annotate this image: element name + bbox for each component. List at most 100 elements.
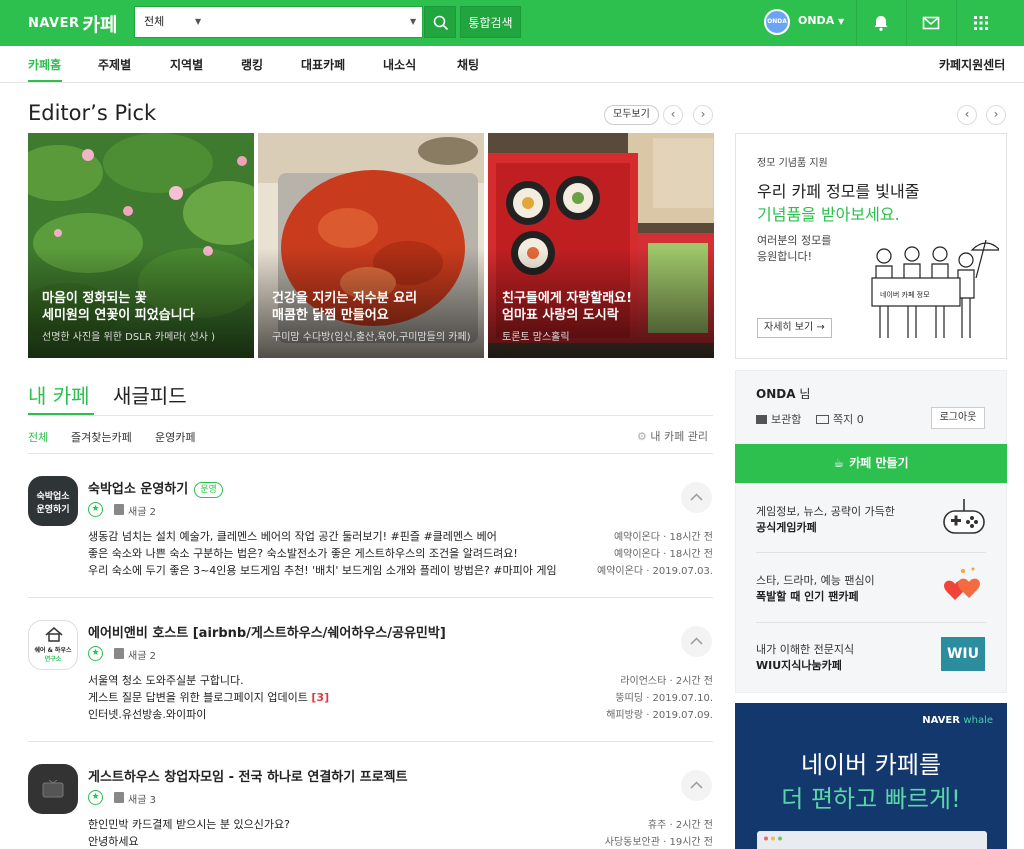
envelope-icon — [816, 415, 829, 424]
nav-item-home[interactable]: 카페홈 — [28, 56, 61, 73]
divider — [28, 453, 713, 454]
cafe-name-wrap[interactable]: 숙박업소 운영하기 운영 — [88, 478, 223, 498]
divider — [28, 597, 713, 598]
avatar: ONDA — [764, 9, 790, 35]
thumb-text-1: 숙박업소 — [36, 492, 70, 502]
post-meta: 사당동보안관 · 19시간 전 — [604, 837, 713, 848]
autocomplete-toggle-icon[interactable]: ▼ — [410, 7, 416, 37]
tab-my-cafe[interactable]: 내 카페 — [28, 380, 90, 409]
chevron-down-icon: ▼ — [838, 17, 845, 26]
collapse-button[interactable] — [681, 626, 712, 657]
logo-naver: NAVER — [28, 16, 80, 31]
editors-pick-title: Editor’s Pick — [28, 101, 157, 125]
pick-card[interactable]: 건강을 지키는 저수분 요리 매콤한 닭찜 만들어요 구미맘 수다방(임신,출산… — [258, 133, 484, 358]
subtab-all[interactable]: 전체 — [28, 429, 48, 445]
search-icon — [433, 15, 449, 31]
nav-item-topic[interactable]: 주제별 — [98, 56, 131, 73]
apps-button[interactable] — [956, 0, 1004, 46]
subtab-favorites[interactable]: 즐겨찾는카페 — [71, 429, 132, 445]
recommend-item-fan[interactable]: 스타, 드라마, 예능 팬심이 폭발할 때 인기 팬카페 — [756, 567, 986, 642]
favorite-star-icon[interactable]: ★ — [88, 790, 103, 805]
nav-item-ranking[interactable]: 랭킹 — [241, 56, 263, 73]
post-item[interactable]: 생동감 넘치는 설치 예술가, 클레멘스 베어의 작업 공간 둘러보기! #핀즐… — [88, 528, 713, 544]
cafe-name[interactable]: 에어비앤비 호스트 [airbnb/게스트하우스/쉐어하우스/공유민박] — [88, 622, 446, 641]
manage-label: 내 카페 관리 — [650, 430, 708, 443]
nav-item-chat[interactable]: 채팅 — [457, 56, 479, 73]
post-title: 안녕하세요 — [88, 835, 139, 848]
user-name: ONDA — [798, 14, 835, 27]
next-arrow-icon[interactable]: › — [986, 105, 1006, 125]
recommend-item-game[interactable]: 게임정보, 뉴스, 공략이 가득한 공식게임카페 — [756, 499, 986, 573]
post-item[interactable]: 서울역 청소 도와주실분 구합니다. 라이언스타 · 2시간 전 — [88, 672, 713, 688]
recommend-line1: 내가 이해한 전문지식 — [756, 643, 855, 656]
mail-button[interactable] — [906, 0, 954, 46]
message-label: 쪽지 0 — [833, 413, 864, 426]
cup-icon: ☕ — [833, 456, 845, 470]
support-center-link[interactable]: 카페지원센터 — [939, 56, 1005, 73]
nav-item-representative[interactable]: 대표카페 — [301, 56, 345, 73]
make-cafe-button[interactable]: ☕ 카페 만들기 — [735, 444, 1007, 483]
pick-card[interactable]: 친구들에게 자랑할래요! 엄마표 사랑의 도시락 토론토 맘스홀릭 — [488, 133, 714, 358]
thumb-text-2: 운영하기 — [36, 505, 70, 515]
post-meta: 예약이온다 · 18시간 전 — [613, 532, 713, 543]
brand-naver: NAVER — [922, 715, 960, 726]
notification-button[interactable] — [856, 0, 904, 46]
post-item[interactable]: 인터넷.유선방송.와이파이 해피방랑 · 2019.07.09. — [88, 706, 713, 722]
prev-arrow-icon[interactable]: ‹ — [957, 105, 977, 125]
nav-item-region[interactable]: 지역별 — [170, 56, 203, 73]
chevron-up-icon — [690, 493, 703, 501]
naver-cafe-logo[interactable]: NAVER 카페 — [28, 10, 117, 37]
post-item[interactable]: 우리 숙소에 두기 좋은 3~4인용 보드게임 추천! '배치' 보드게임 소개… — [88, 562, 713, 578]
message-link[interactable]: 쪽지 0 — [816, 411, 864, 427]
logo-cafe: 카페 — [82, 14, 118, 36]
wiu-icon: WIU — [941, 637, 985, 671]
manage-my-cafe-link[interactable]: ⚙ 내 카페 관리 — [637, 428, 708, 444]
integrated-search-button[interactable]: 통합검색 — [460, 6, 521, 38]
recommend-item-wiu[interactable]: 내가 이해한 전문지식 WIU지식나눔카페 WIU — [756, 637, 986, 711]
cafe-thumbnail[interactable] — [28, 764, 78, 814]
apps-grid-icon — [974, 16, 988, 30]
search-input[interactable] — [209, 7, 409, 37]
nav-item-my-news[interactable]: 내소식 — [383, 56, 416, 73]
tab-new-feed[interactable]: 새글피드 — [113, 380, 187, 409]
collapse-button[interactable] — [681, 770, 712, 801]
next-arrow-icon[interactable]: › — [693, 105, 713, 125]
pick-card[interactable]: 마음이 정화되는 꽃 세미원의 연꽃이 피었습니다 선명한 사진을 위한 DSL… — [28, 133, 254, 358]
house-icon — [45, 627, 63, 642]
cafe-thumbnail[interactable]: 숙박업소 운영하기 — [28, 476, 78, 526]
favorite-star-icon[interactable]: ★ — [88, 502, 103, 517]
wiu-icon-text: WIU — [946, 646, 980, 662]
promo-desc-2: 응원합니다! — [757, 250, 813, 263]
favorite-star-icon[interactable]: ★ — [88, 646, 103, 661]
search-scope-select[interactable]: 전체 ▼ — [135, 7, 207, 37]
prev-arrow-icon[interactable]: ‹ — [663, 105, 683, 125]
search-button[interactable] — [424, 6, 456, 38]
username: ONDA — [756, 387, 796, 401]
chevron-down-icon: ▼ — [195, 17, 202, 26]
ad-headline-2: 더 편하고 빠르게! — [781, 785, 961, 813]
meetup-promo-banner[interactable]: 정모 기념품 지원 우리 카페 정모를 빛내줄 기념품을 받아보세요. 여러분의… — [735, 133, 1007, 359]
view-all-button[interactable]: 모두보기 — [604, 105, 659, 125]
search-scope-label: 전체 — [144, 15, 165, 28]
recommend-line2: WIU지식나눔카페 — [756, 659, 842, 672]
whale-ad-banner[interactable]: NAVER whale 네이버 카페를 더 편하고 빠르게! — [735, 703, 1007, 849]
subtab-managed[interactable]: 운영카페 — [155, 429, 195, 445]
browser-window-illustration — [757, 831, 987, 849]
post-item[interactable]: 안녕하세요 사당동보안관 · 19시간 전 — [88, 833, 713, 849]
search-box: 전체 ▼ ▼ — [134, 6, 423, 38]
post-item[interactable]: 게스트 질문 답변을 위한 블로그페이지 업데이트 [3] 뚱띠딩 · 2019.… — [88, 689, 713, 705]
post-item[interactable]: 좋은 숙소와 나쁜 숙소 구분하는 법은? 숙소발전소가 좋은 게스트하우스의 … — [88, 545, 713, 561]
mail-icon — [922, 16, 940, 30]
post-title-wrap: 게스트 질문 답변을 위한 블로그페이지 업데이트 [3] — [88, 689, 558, 705]
promo-headline-1: 우리 카페 정모를 빛내줄 — [757, 182, 920, 201]
cafe-name[interactable]: 게스트하우스 창업자모임 - 전국 하나로 연결하기 프로젝트 — [88, 766, 408, 785]
cafe-thumbnail[interactable]: 쉐어 & 하우스 연구소 — [28, 620, 78, 670]
logout-button[interactable]: 로그아웃 — [931, 407, 985, 429]
post-item[interactable]: 한인민박 카드결제 받으시는 분 있으신가요? 휴주 · 2시간 전 — [88, 816, 713, 832]
storage-link[interactable]: 보관함 — [756, 411, 801, 427]
collapse-button[interactable] — [681, 482, 712, 513]
post-title: 좋은 숙소와 나쁜 숙소 구분하는 법은? 숙소발전소가 좋은 게스트하우스의 … — [88, 547, 518, 560]
gear-icon: ⚙ — [637, 430, 647, 443]
more-details-button[interactable]: 자세히 보기 → — [757, 318, 832, 338]
recommend-line1: 스타, 드라마, 예능 팬심이 — [756, 574, 875, 587]
